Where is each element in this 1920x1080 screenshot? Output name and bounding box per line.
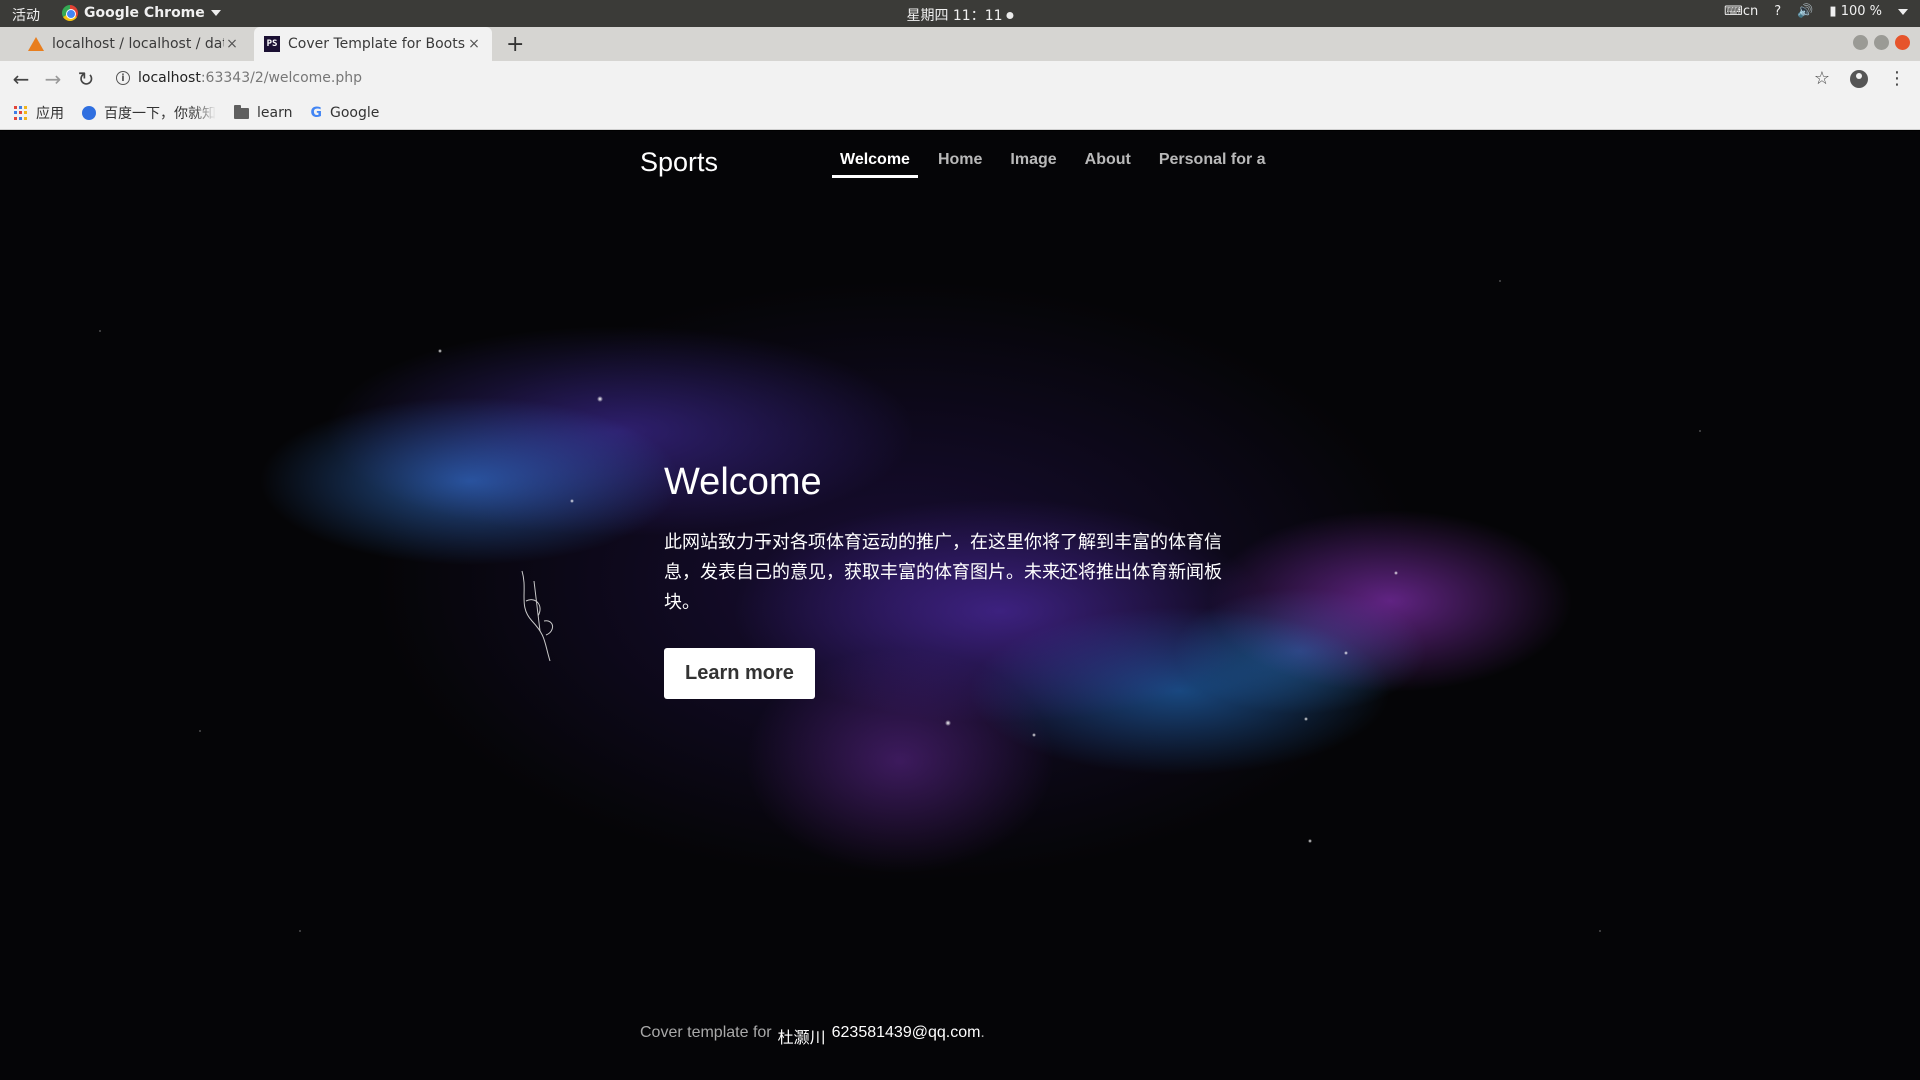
bookmark-label: Google xyxy=(329,105,380,121)
notification-dot-icon xyxy=(1006,11,1014,19)
footer-email[interactable]: 623581439@qq.com xyxy=(832,1024,981,1041)
footer-suffix: . xyxy=(980,1024,985,1041)
tab-title: Cover Template for Boots xyxy=(288,36,465,52)
keyboard-input-method[interactable]: ⌨cn xyxy=(1724,4,1758,19)
learn-more-button[interactable]: Learn more xyxy=(664,648,815,699)
site-brand: Sports xyxy=(640,147,719,177)
tab-close-icon[interactable]: × xyxy=(466,36,482,52)
nav-image[interactable]: Image xyxy=(1002,151,1064,178)
system-tray[interactable]: ⌨cn ? 🔊 ▮ 100 % xyxy=(1724,4,1908,19)
google-icon: G xyxy=(310,105,322,121)
volume-icon[interactable]: 🔊 xyxy=(1797,4,1813,19)
nav-personal[interactable]: Personal for a xyxy=(1151,151,1268,178)
tab-title: localhost / localhost / dat xyxy=(52,36,224,52)
menu-dots-icon[interactable]: ⋮ xyxy=(1888,68,1906,89)
bookmark-google[interactable]: G Google xyxy=(310,105,379,121)
maximize-icon[interactable] xyxy=(1874,35,1889,50)
help-icon[interactable]: ? xyxy=(1774,4,1781,19)
forward-button[interactable]: → xyxy=(42,67,64,91)
os-top-bar: 活动 Google Chrome 星期四 11：11 ⌨cn ? 🔊 ▮ 100… xyxy=(0,0,1920,27)
url-path: :63343/2/welcome.php xyxy=(200,70,363,86)
clock-text: 星期四 11：11 xyxy=(906,8,1003,24)
back-button[interactable]: ← xyxy=(10,67,32,91)
url-host: localhost xyxy=(138,70,201,86)
phpmyadmin-favicon-icon xyxy=(28,37,44,51)
signature-graphic xyxy=(521,570,553,662)
tab-cover-template[interactable]: PS Cover Template for Boots × xyxy=(254,27,492,61)
address-bar[interactable]: i localhost:63343/2/welcome.php xyxy=(116,70,362,86)
minimize-icon[interactable] xyxy=(1853,35,1868,50)
footer: Cover template for 杜灏川 623581439@qq.com. xyxy=(640,1024,985,1048)
app-name: Google Chrome xyxy=(84,5,205,21)
bookmark-star-icon[interactable]: ☆ xyxy=(1814,68,1830,89)
battery-status[interactable]: ▮ 100 % xyxy=(1829,4,1882,19)
bookmark-learn-folder[interactable]: learn xyxy=(234,104,293,121)
input-method-label: cn xyxy=(1742,4,1759,19)
account-icon[interactable] xyxy=(1850,69,1868,88)
nav-welcome[interactable]: Welcome xyxy=(832,151,918,178)
nav-home[interactable]: Home xyxy=(930,151,990,178)
system-menu-caret-icon[interactable] xyxy=(1898,8,1908,15)
folder-icon xyxy=(234,104,249,119)
tab-close-icon[interactable]: × xyxy=(224,36,240,52)
window-controls xyxy=(1853,35,1910,50)
tab-strip: localhost / localhost / dat × PS Cover T… xyxy=(0,27,1920,61)
baidu-paw-icon xyxy=(82,106,96,120)
tab-phpmyadmin[interactable]: localhost / localhost / dat × xyxy=(18,27,250,61)
caret-down-icon xyxy=(210,10,221,16)
bookmark-label: 应用 xyxy=(36,106,64,122)
close-window-icon[interactable] xyxy=(1895,35,1910,50)
app-menu[interactable]: Google Chrome xyxy=(62,5,221,21)
apps-icon xyxy=(14,106,28,120)
hero-title: Welcome xyxy=(664,461,822,503)
bookmark-label: learn xyxy=(257,105,293,121)
new-tab-button[interactable]: + xyxy=(506,32,524,57)
site-info-icon[interactable]: i xyxy=(116,71,130,85)
hero: Welcome 此网站致力于对各项体育运动的推广，在这里你将了解到丰富的体育信息… xyxy=(664,461,1264,699)
page-viewport: Sports Welcome Home Image About Personal… xyxy=(0,131,1920,1080)
chrome-icon xyxy=(62,5,78,21)
nav-about[interactable]: About xyxy=(1077,151,1139,178)
reload-button[interactable]: ↻ xyxy=(75,67,97,91)
battery-level: 100 % xyxy=(1840,4,1882,19)
bookmark-apps[interactable]: 应用 xyxy=(14,103,64,123)
bookmark-label: 百度一下，你就知道 xyxy=(104,106,216,122)
browser-toolbar: ← → ↻ i localhost:63343/2/welcome.php ☆ … xyxy=(0,61,1920,97)
bookmarks-bar: 应用 百度一下，你就知道 learn G Google xyxy=(0,97,1920,130)
bookmark-baidu[interactable]: 百度一下，你就知道 xyxy=(82,103,216,123)
hero-text: 此网站致力于对各项体育运动的推广，在这里你将了解到丰富的体育信息，发表自己的意见… xyxy=(664,532,1222,613)
toolbar-actions: ☆ ⋮ xyxy=(1814,68,1906,89)
clock[interactable]: 星期四 11：11 xyxy=(906,5,1014,25)
footer-author[interactable]: 杜灏川 xyxy=(778,1024,826,1048)
activities-button[interactable]: 活动 xyxy=(12,5,40,25)
phpstorm-favicon-icon: PS xyxy=(264,36,280,52)
battery-icon: ▮ xyxy=(1829,4,1837,19)
site-nav: Welcome Home Image About Personal for a xyxy=(832,151,1268,178)
footer-prefix: Cover template for xyxy=(640,1024,772,1041)
